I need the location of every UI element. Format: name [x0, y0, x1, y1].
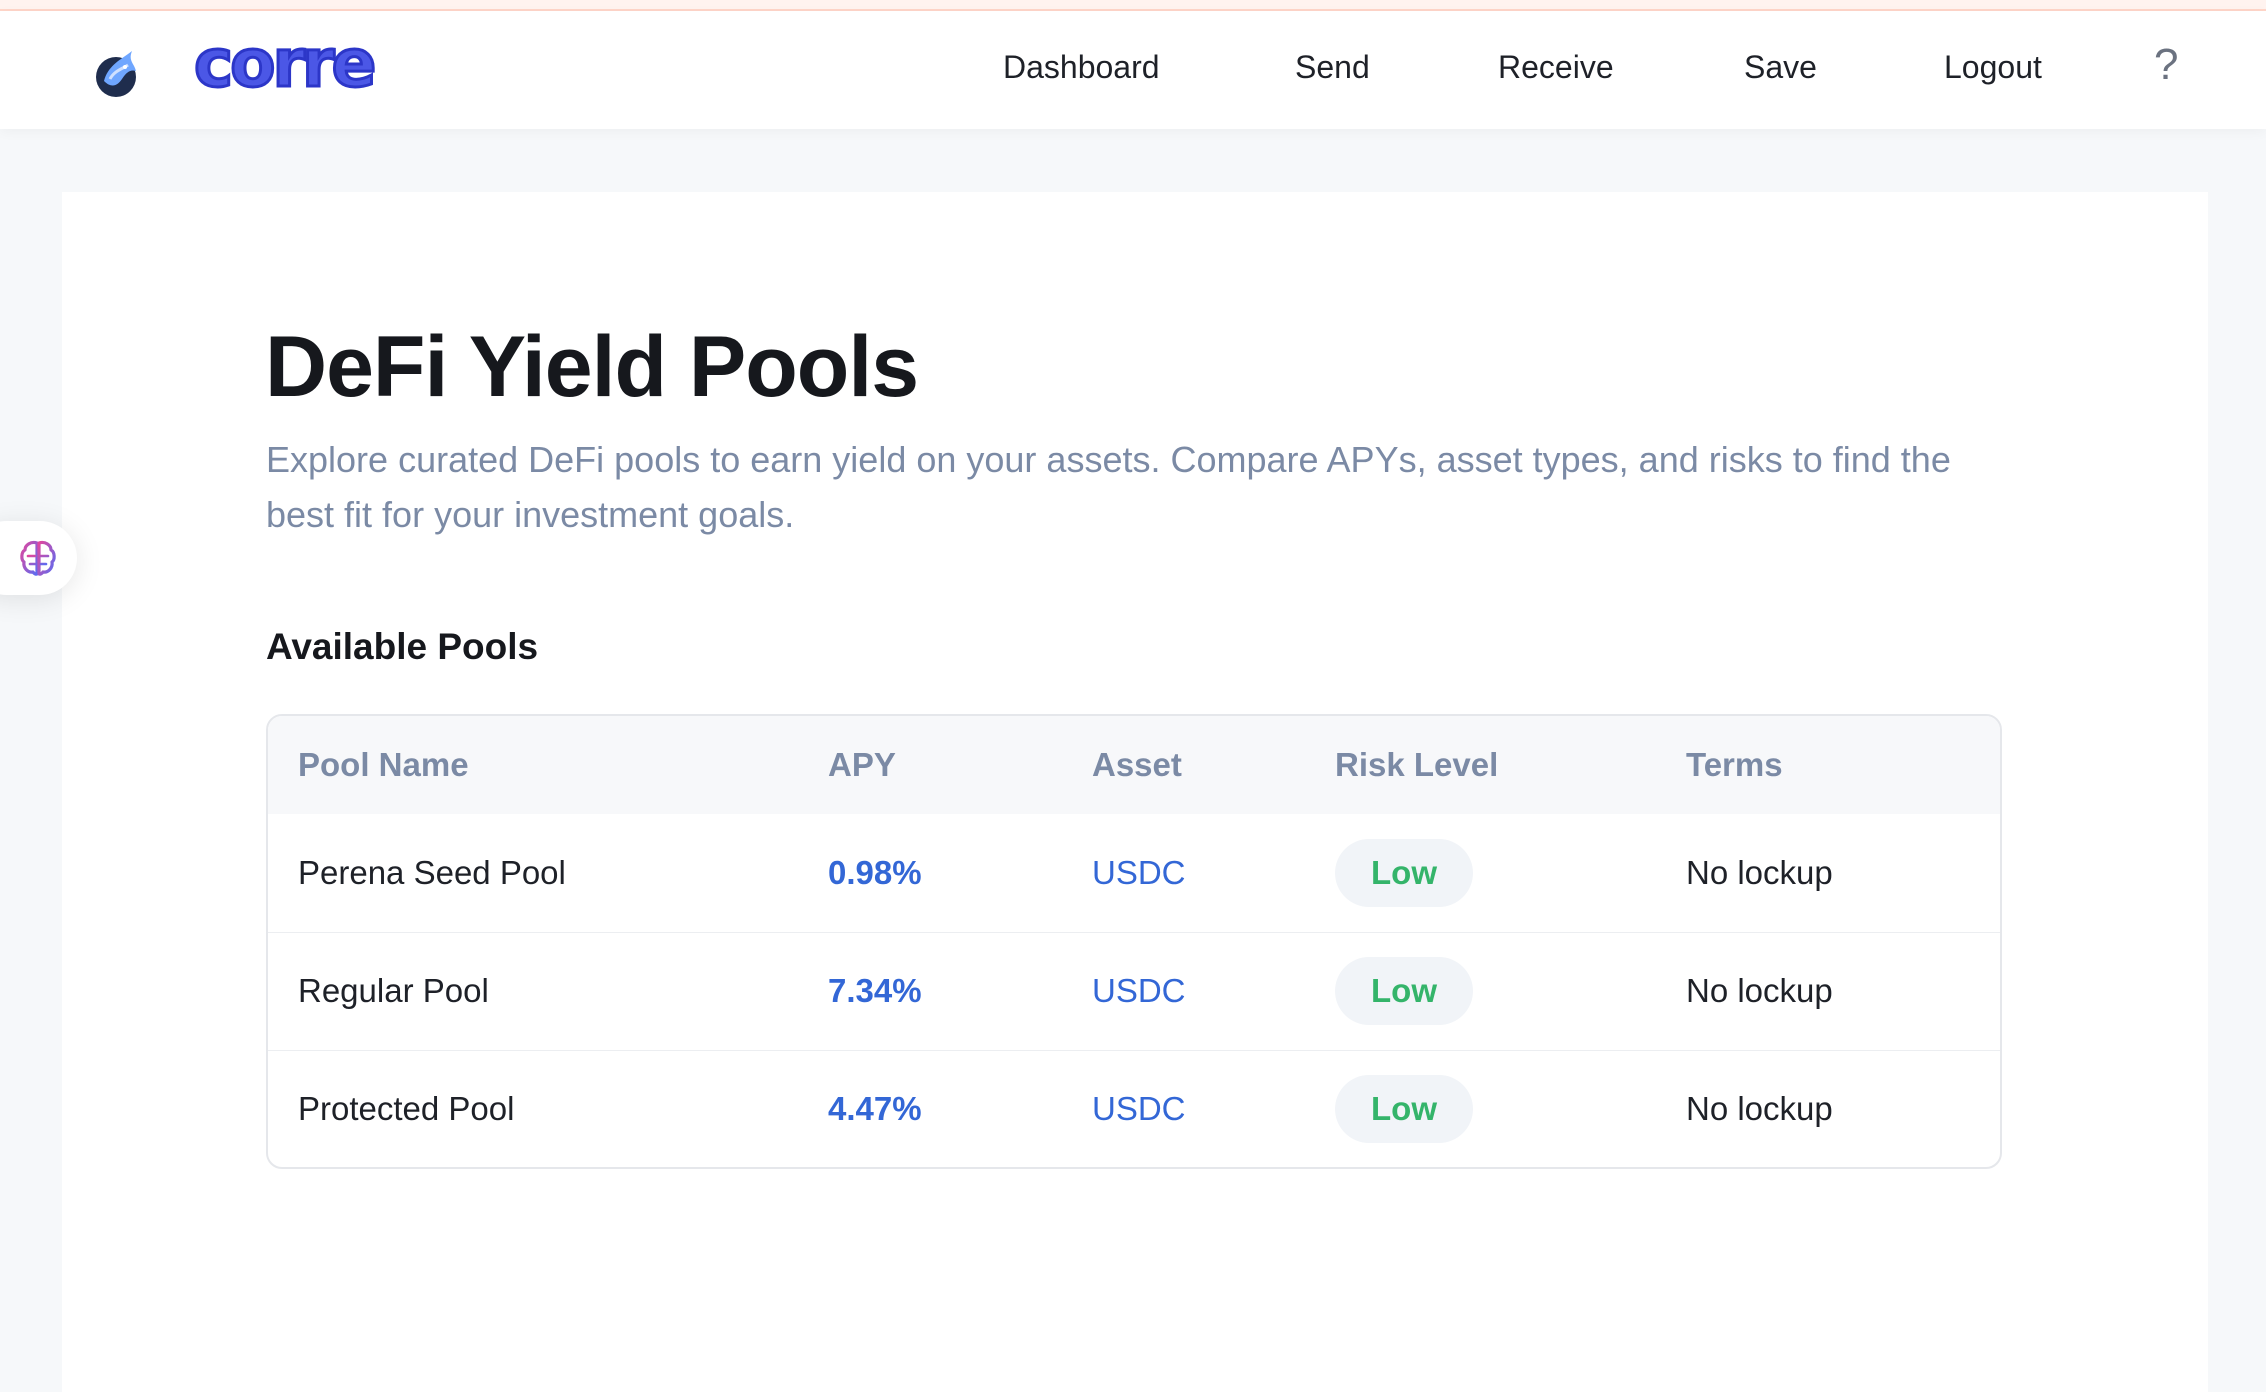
- pool-terms: No lockup: [1686, 972, 1833, 1009]
- pool-risk-cell: Low: [1335, 932, 1686, 1050]
- column-header-risk-level[interactable]: Risk Level: [1335, 716, 1686, 814]
- top-accent-line: [0, 0, 2266, 11]
- pool-name: Perena Seed Pool: [298, 853, 566, 891]
- risk-badge: Low: [1335, 1075, 1473, 1144]
- risk-badge: Low: [1335, 838, 1473, 907]
- pool-terms: No lockup: [1686, 853, 1833, 891]
- pool-terms: No lockup: [1686, 1090, 1833, 1128]
- assistant-side-tab[interactable]: [0, 521, 77, 595]
- brain-icon: [20, 540, 56, 576]
- pool-asset[interactable]: USDC: [1092, 814, 1335, 932]
- pool-asset[interactable]: USDC: [1092, 1050, 1335, 1167]
- nav-send[interactable]: Send: [1295, 49, 1370, 86]
- section-title-available-pools: Available Pools: [266, 626, 539, 667]
- nav-logout[interactable]: Logout: [1944, 49, 2042, 86]
- pools-table: Pool Name APY Asset Risk Level Terms Per…: [266, 714, 2002, 1169]
- column-header-pool-name[interactable]: Pool Name: [268, 716, 828, 814]
- column-header-asset[interactable]: Asset: [1092, 716, 1335, 814]
- nav-save[interactable]: Save: [1744, 49, 1817, 86]
- page-description: Explore curated DeFi pools to earn yield…: [266, 439, 1951, 535]
- nav-receive[interactable]: Receive: [1498, 49, 1614, 86]
- column-header-apy[interactable]: APY: [828, 716, 1092, 814]
- risk-badge: Low: [1335, 957, 1473, 1025]
- brand-wordmark[interactable]: corre: [192, 29, 377, 98]
- pool-name: Regular Pool: [298, 972, 489, 1009]
- pool-asset[interactable]: USDC: [1092, 932, 1335, 1050]
- table-row[interactable]: Protected Pool 4.47% USDC Low No lockup: [268, 1050, 2000, 1167]
- pool-apy: 4.47%: [828, 1090, 922, 1128]
- nav-dashboard[interactable]: Dashboard: [1003, 49, 1160, 86]
- table-header-row: Pool Name APY Asset Risk Level Terms: [268, 716, 2000, 814]
- pool-risk-cell: Low: [1335, 814, 1686, 932]
- table-row[interactable]: Perena Seed Pool 0.98% USDC Low No locku…: [268, 814, 2000, 932]
- pool-name: Protected Pool: [298, 1090, 515, 1128]
- pool-risk-cell: Low: [1335, 1050, 1686, 1167]
- pool-apy: 0.98%: [828, 853, 922, 891]
- help-button[interactable]: ?: [2154, 43, 2178, 87]
- page-title: DeFi Yield Pools: [265, 319, 919, 415]
- navbar: corre Dashboard Send Receive Save Logout…: [0, 11, 2266, 129]
- dragon-logo-icon[interactable]: [92, 45, 144, 101]
- pool-apy: 7.34%: [828, 972, 922, 1009]
- column-header-terms[interactable]: Terms: [1686, 716, 2000, 814]
- table-row[interactable]: Regular Pool 7.34% USDC Low No lockup: [268, 932, 2000, 1050]
